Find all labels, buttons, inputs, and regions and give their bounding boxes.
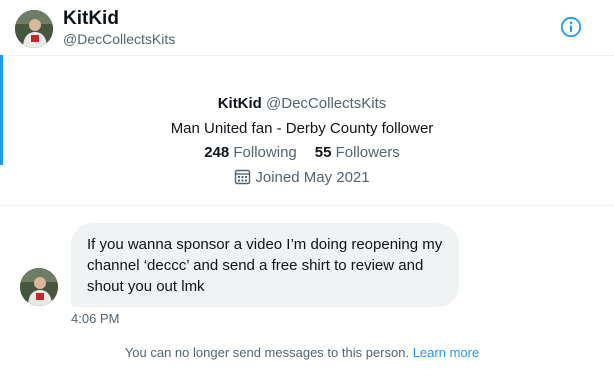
followers-count: 55 — [314, 144, 332, 161]
header-avatar[interactable] — [15, 10, 53, 48]
following-stat[interactable]: 248 Following — [204, 144, 297, 161]
profile-joined: Joined May 2021 — [0, 168, 604, 189]
message-timestamp: 4:06 PM — [71, 311, 120, 326]
profile-name-line: KitKid @DecCollectsKits — [0, 95, 604, 112]
following-label: Following — [233, 144, 297, 161]
info-circle-icon[interactable] — [560, 16, 582, 38]
profile-bio: Man United fan - Derby County follower — [170, 120, 434, 137]
following-count: 248 — [204, 144, 230, 161]
joined-date: Joined May 2021 — [255, 169, 370, 186]
dm-restriction-notice: You can no longer send messages to this … — [0, 345, 604, 360]
message-text: If you wanna sponsor a video I’m doing r… — [87, 236, 443, 295]
profile-stats: 248 Following 55 Followers — [0, 144, 604, 161]
followers-label: Followers — [335, 144, 400, 161]
notice-text: You can no longer send messages to this … — [124, 345, 410, 360]
header-handle: @DecCollectsKits — [63, 31, 176, 47]
profile-handle: @DecCollectsKits — [266, 95, 387, 112]
conversation-header: KitKid @DecCollectsKits — [0, 0, 614, 56]
profile-summary[interactable]: KitKid @DecCollectsKits Man United fan -… — [0, 55, 614, 206]
followers-stat[interactable]: 55 Followers — [315, 144, 400, 161]
learn-more-link[interactable]: Learn more — [413, 345, 479, 360]
message-bubble[interactable]: If you wanna sponsor a video I’m doing r… — [71, 223, 459, 307]
calendar-icon — [234, 168, 251, 189]
message-sender-avatar[interactable] — [20, 268, 58, 306]
profile-display-name: KitKid — [217, 95, 262, 112]
header-display-name: KitKid — [63, 8, 119, 29]
